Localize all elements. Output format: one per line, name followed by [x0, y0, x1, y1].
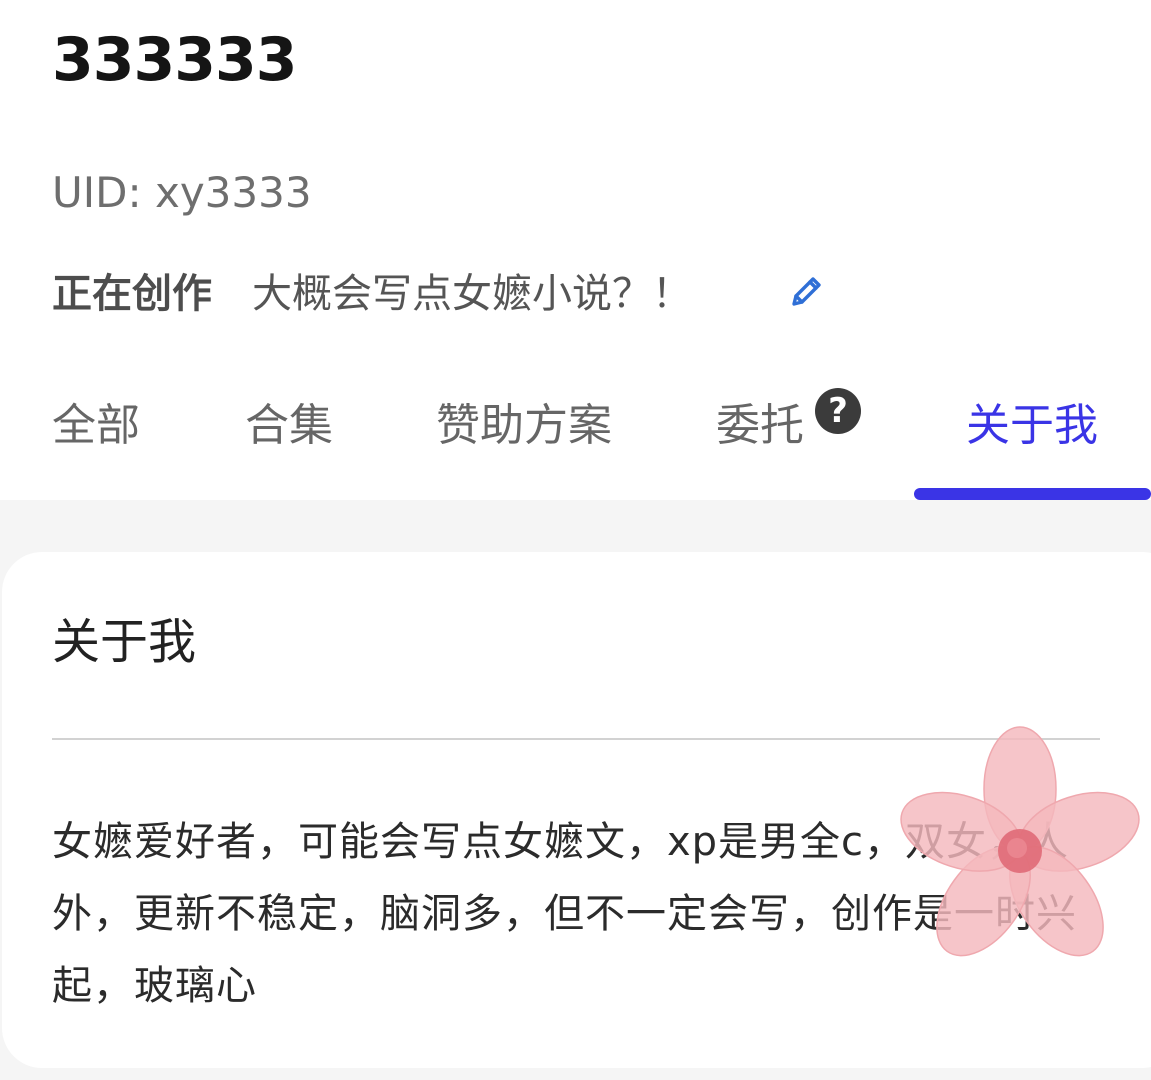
profile-tabs: 全部 合集 赞助方案 委托 ? 关于我: [0, 380, 1151, 500]
about-bio: 女嬷爱好者，可能会写点女嬷文，xp是男全c，双女，人外，更新不稳定，脑洞多，但不…: [52, 819, 1077, 1009]
question-circle-icon[interactable]: ?: [815, 388, 861, 434]
active-tab-indicator: [914, 488, 1151, 500]
tab-commission[interactable]: 委托: [716, 398, 804, 454]
tab-collections[interactable]: 合集: [245, 398, 333, 454]
user-id: UID: xy3333: [52, 168, 312, 217]
about-title: 关于我: [52, 614, 197, 670]
tab-all[interactable]: 全部: [52, 398, 140, 454]
pencil-icon[interactable]: [786, 272, 826, 312]
creating-label: 正在创作: [52, 271, 212, 317]
creating-status-row: 正在创作 大概会写点女嬷小说？！: [52, 260, 692, 320]
profile-header: 333333 UID: xy3333 正在创作 大概会写点女嬷小说？！ 全部 合…: [0, 0, 1151, 500]
creating-text: 大概会写点女嬷小说？！: [252, 271, 692, 317]
tab-sponsorship[interactable]: 赞助方案: [436, 398, 612, 454]
divider: [52, 738, 1100, 740]
username: 333333: [52, 25, 297, 95]
tab-about-me[interactable]: 关于我: [966, 398, 1098, 454]
